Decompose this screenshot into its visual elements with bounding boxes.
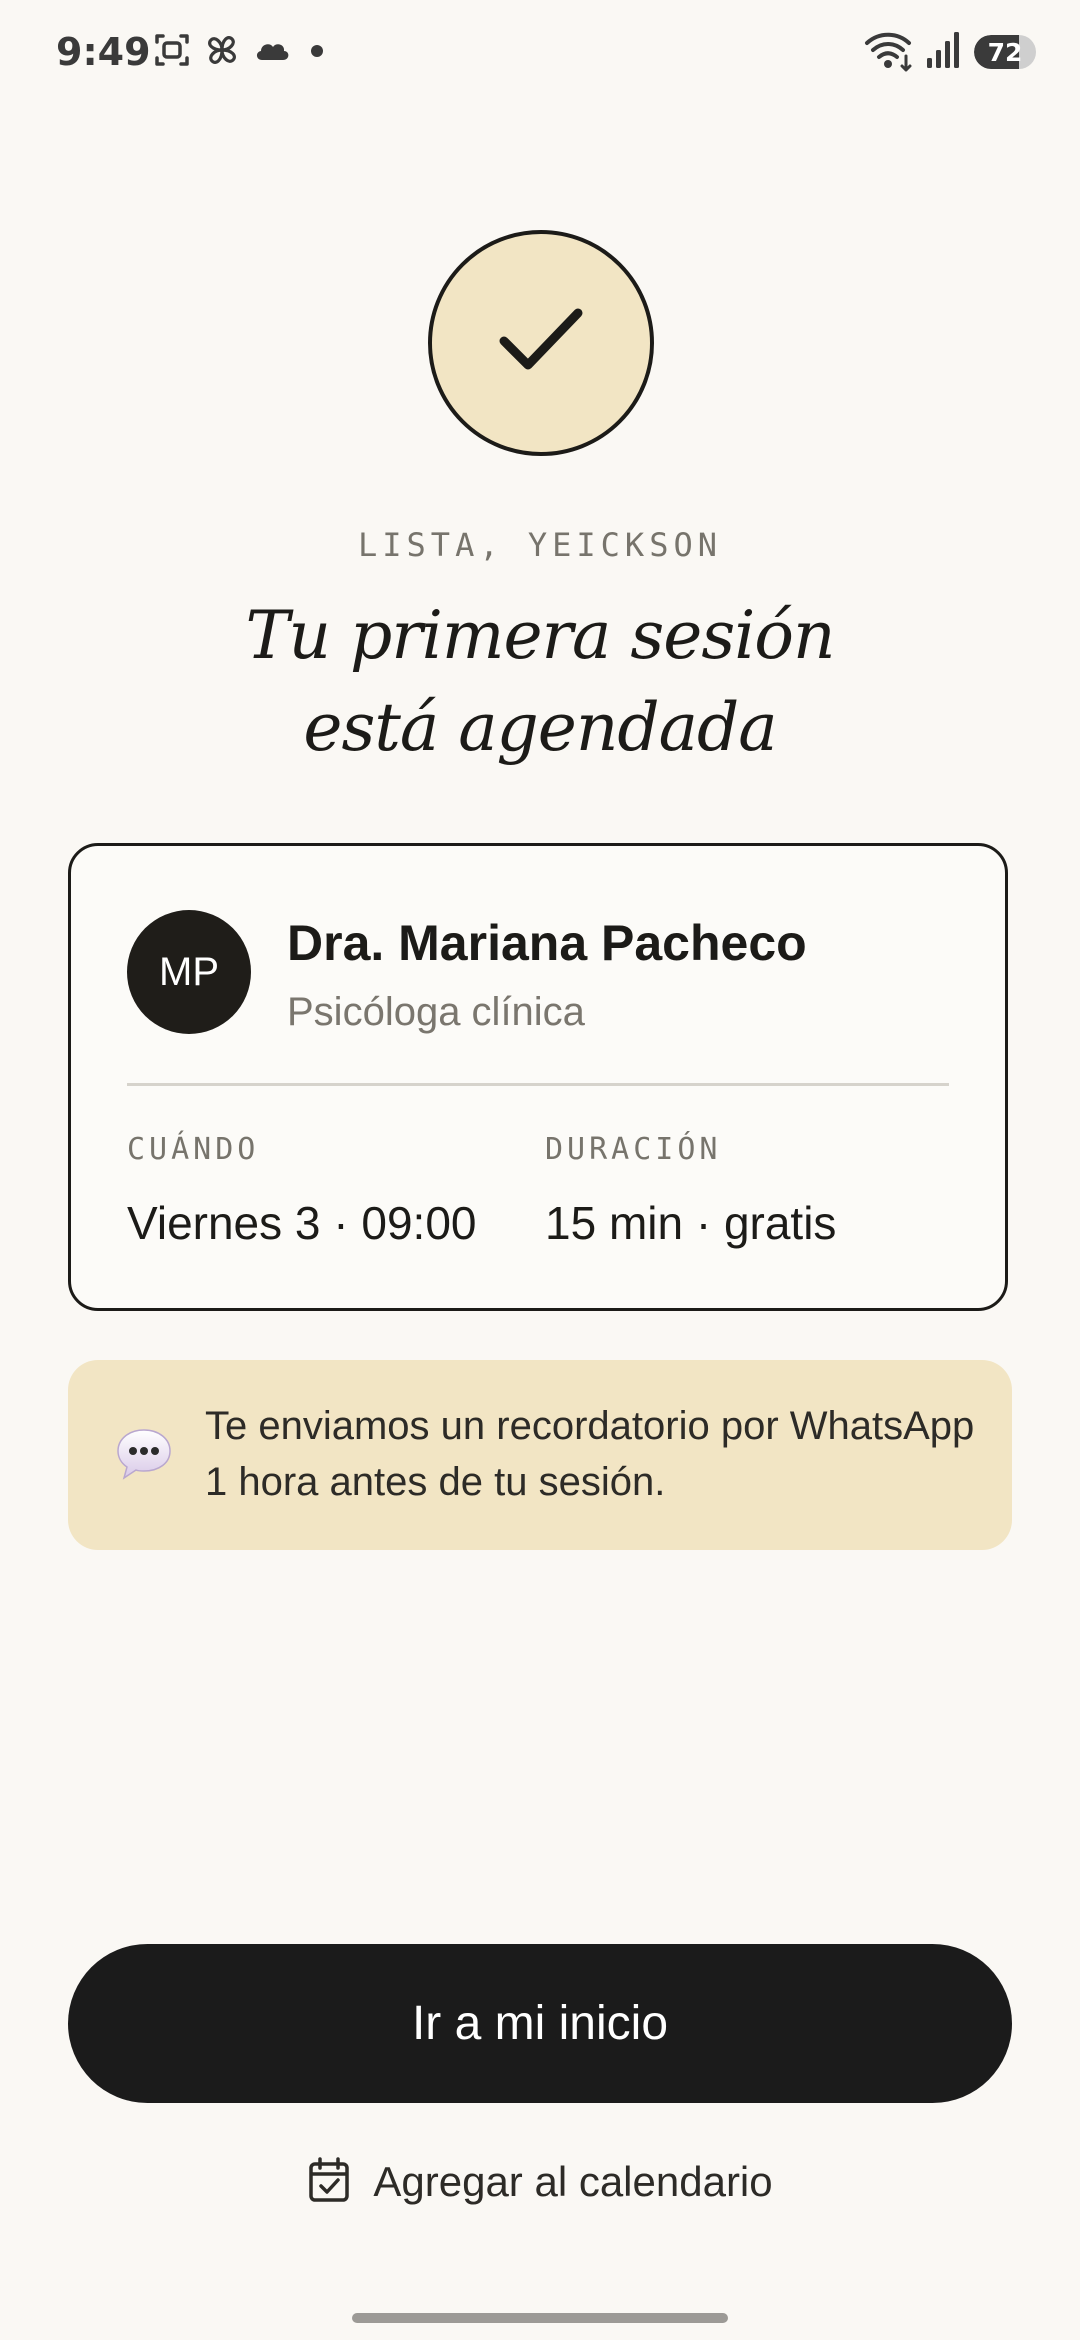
title-line-2: está agendada xyxy=(303,689,777,766)
battery-icon: 72 xyxy=(974,35,1036,69)
duration-label: DURACIÓN xyxy=(545,1132,722,1167)
status-time: 9:49 xyxy=(56,30,151,74)
card-divider xyxy=(127,1083,949,1086)
screenshot-icon xyxy=(152,30,192,75)
status-bar: 9:49 72 xyxy=(0,0,1080,105)
signal-icon xyxy=(924,28,964,77)
when-label: CUÁNDO xyxy=(127,1132,260,1167)
checkmark-icon xyxy=(496,301,586,386)
status-icons-right: 72 xyxy=(864,30,1036,74)
cloud-icon xyxy=(252,30,292,75)
page-title: Tu primera sesión está agendada xyxy=(0,590,1080,774)
doctor-role: Psicóloga clínica xyxy=(287,990,585,1034)
calendar-check-icon xyxy=(307,2156,351,2209)
duration-value: 15 min · gratis xyxy=(545,1197,837,1249)
wifi-icon xyxy=(864,28,914,77)
doctor-name: Dra. Mariana Pacheco xyxy=(287,915,807,971)
speech-bubble-icon xyxy=(114,1424,174,1489)
add-to-calendar-label: Agregar al calendario xyxy=(373,2158,773,2205)
title-line-1: Tu primera sesión xyxy=(245,597,835,674)
session-card: MP Dra. Mariana Pacheco Psicóloga clínic… xyxy=(68,843,1008,1311)
add-to-calendar-link[interactable]: Agregar al calendario xyxy=(0,2152,1080,2212)
when-value: Viernes 3 · 09:00 xyxy=(127,1197,477,1249)
dot-icon xyxy=(302,35,332,70)
reminder-text: Te enviamos un recordatorio por WhatsApp… xyxy=(205,1404,975,1504)
whatsapp-reminder-notice: Te enviamos un recordatorio por WhatsApp… xyxy=(68,1360,1012,1550)
status-icons-left xyxy=(152,30,332,74)
success-check-circle xyxy=(428,230,654,456)
home-indicator[interactable] xyxy=(352,2313,728,2323)
go-to-home-button[interactable]: Ir a mi inicio xyxy=(68,1944,1012,2103)
avatar: MP xyxy=(127,910,251,1034)
pinwheel-icon xyxy=(202,30,242,75)
battery-level: 72 xyxy=(987,37,1023,67)
greeting-eyebrow: LISTA, YEICKSON xyxy=(358,526,722,564)
